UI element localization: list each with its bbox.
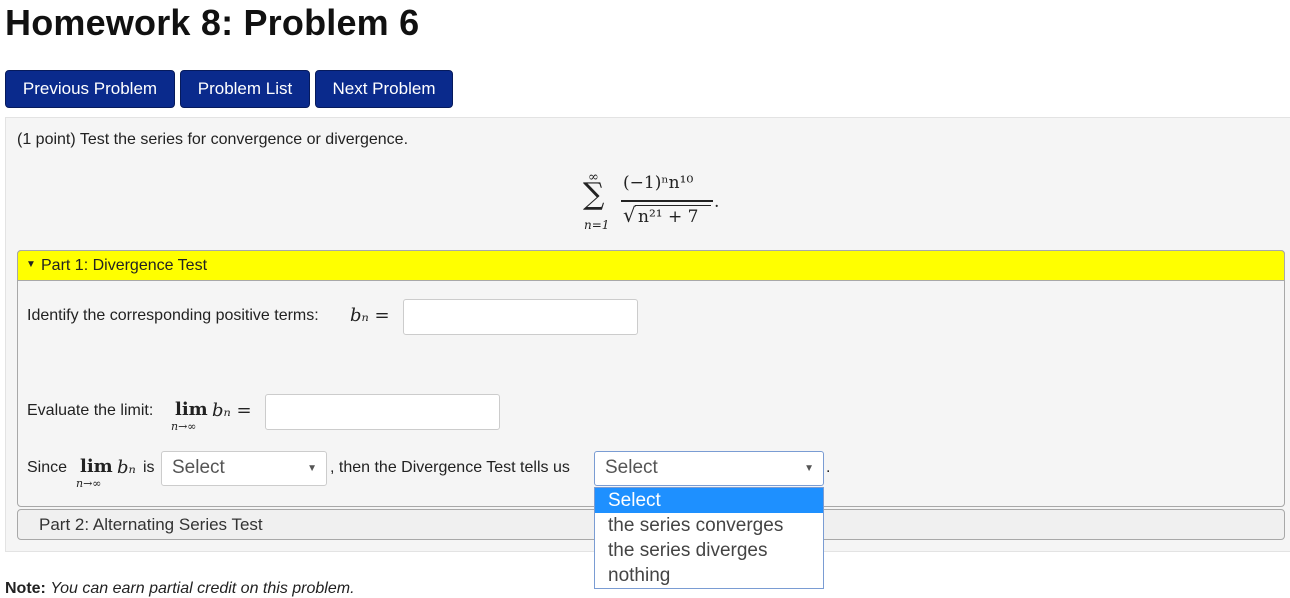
part1-title: Part 1: Divergence Test xyxy=(41,257,208,274)
caret-down-icon: ▼ xyxy=(26,259,36,270)
q1-math: bₙ = xyxy=(350,305,390,326)
q3-lim-sub: n→∞ xyxy=(76,477,102,490)
note: Note: You can earn partial credit on thi… xyxy=(5,580,355,598)
radical-bar xyxy=(635,205,711,206)
conclusion-value: Select xyxy=(605,457,658,478)
q3-since: Since xyxy=(27,459,68,476)
problem-list-button[interactable]: Problem List xyxy=(180,70,310,108)
sum-lower-limit: n=1 xyxy=(584,218,610,232)
next-problem-button[interactable]: Next Problem xyxy=(315,70,453,108)
previous-problem-button[interactable]: Previous Problem xyxy=(5,70,175,108)
note-text: You can earn partial credit on this prob… xyxy=(50,580,355,597)
q3-then: , then the Divergence Test tells us xyxy=(330,459,570,476)
radical-sign: √ xyxy=(623,203,636,227)
dropdown-option[interactable]: nothing xyxy=(595,563,823,588)
radicand: n²¹ + 7 xyxy=(638,207,699,227)
q2-lim: lim xyxy=(175,399,208,420)
limit-input[interactable] xyxy=(265,394,500,430)
sigma-symbol: ∑ xyxy=(583,177,605,212)
dropdown-option[interactable]: the series converges xyxy=(595,513,823,538)
conclusion-dropdown-list: Select the series converges the series d… xyxy=(594,487,824,589)
fraction-bar xyxy=(621,200,713,202)
limit-status-select[interactable]: Select ▼ xyxy=(161,451,327,486)
page-title: Homework 8: Problem 6 xyxy=(5,2,420,43)
q2-lim-sub: n→∞ xyxy=(171,420,197,433)
dropdown-option[interactable]: the series diverges xyxy=(595,538,823,563)
previous-problem-label: Previous Problem xyxy=(22,79,158,98)
formula-period: . xyxy=(714,192,720,212)
note-label: Note: xyxy=(5,580,46,597)
q2-math: bₙ = xyxy=(212,400,252,421)
q3-is: is xyxy=(143,459,155,476)
q3-math: bₙ xyxy=(117,457,136,478)
fraction-numerator: (−1)ⁿn¹⁰ xyxy=(623,173,694,193)
q3-end: . xyxy=(826,459,831,476)
dropdown-option[interactable]: Select xyxy=(595,488,823,513)
part1-header[interactable]: ▼ Part 1: Divergence Test xyxy=(17,250,1285,281)
part2-title: Part 2: Alternating Series Test xyxy=(39,515,263,534)
next-problem-label: Next Problem xyxy=(332,79,436,98)
dropdown-arrow-icon: ▼ xyxy=(307,463,317,474)
dropdown-arrow-icon: ▼ xyxy=(804,463,814,474)
q2-label: Evaluate the limit: xyxy=(27,402,154,419)
problem-list-label: Problem List xyxy=(197,79,293,98)
q3-lim: lim xyxy=(80,456,113,477)
limit-status-value: Select xyxy=(172,457,225,478)
problem-intro: (1 point) Test the series for convergenc… xyxy=(17,131,409,148)
q1-label: Identify the corresponding positive term… xyxy=(27,307,319,324)
positive-terms-input[interactable] xyxy=(403,299,638,335)
conclusion-select[interactable]: Select ▼ xyxy=(594,451,824,486)
series-formula: ∞ ∑ n=1 (−1)ⁿn¹⁰ √ n²¹ + 7 . xyxy=(583,170,723,235)
